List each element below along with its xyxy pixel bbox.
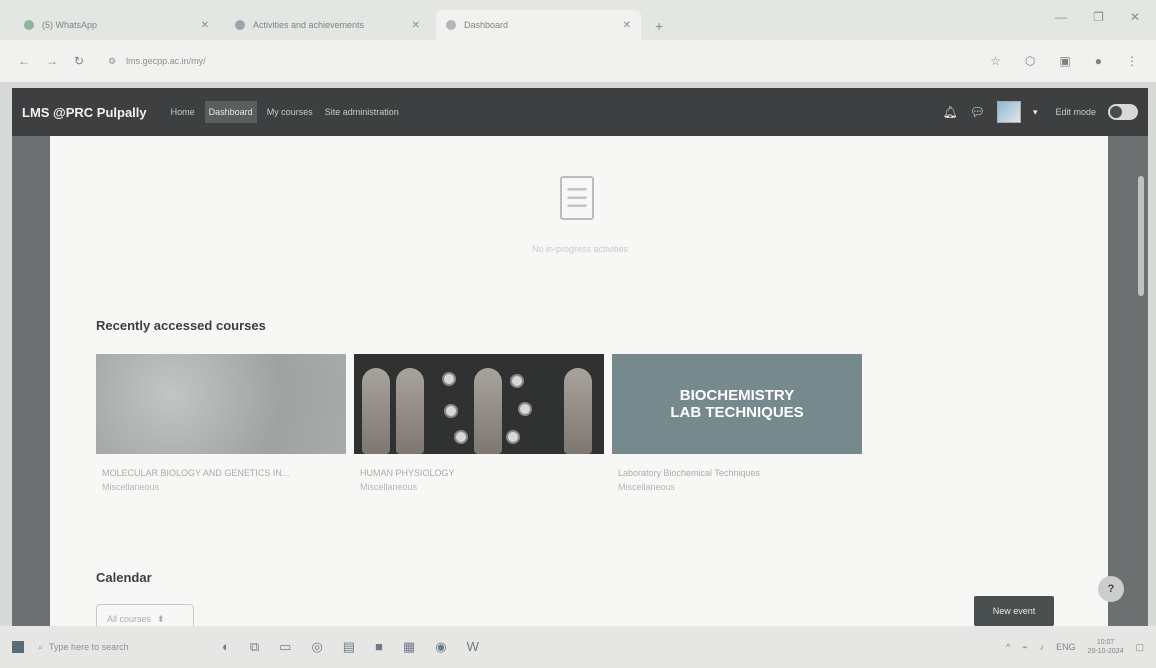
dashboard-content: ☰ No in-progress activities Recently acc… [50,136,1108,634]
nav-my-courses[interactable]: My courses [265,101,315,123]
bell-icon[interactable]: 🔔︎ [942,105,957,119]
chrome-icon[interactable]: ◉ [435,639,446,655]
edit-mode-toggle[interactable] [1108,104,1138,120]
course-card[interactable]: HUMAN PHYSIOLOGY Miscellaneous [354,354,604,492]
whatsapp-icon [24,20,34,30]
task-view-icon[interactable]: ⧉ [250,639,259,655]
search-icon: ⌕ [38,641,44,652]
restore-icon[interactable]: ❐ [1093,10,1104,24]
calendar-title: Calendar [96,570,152,585]
primary-navigation: Home Dashboard My courses Site administr… [169,101,401,123]
tab-title: Activities and achievements [253,20,365,30]
volume-icon[interactable]: ♪ [1040,642,1045,652]
chevron-down-icon[interactable]: ▾ [1033,107,1038,118]
browser-tab-whatsapp[interactable]: (5) WhatsApp ✕ [14,10,219,40]
nav-dashboard[interactable]: Dashboard [204,101,257,123]
page-background: ☰ No in-progress activities Recently acc… [12,136,1148,634]
avatar[interactable] [996,101,1021,123]
window-controls: — ❐ ✕ [1055,10,1140,24]
forward-icon[interactable]: → [46,54,58,68]
close-icon[interactable]: ✕ [201,20,209,31]
navbar-user-area: 🔔︎ 💬︎ ▾ Edit mode [942,101,1138,123]
site-brand[interactable]: LMS @PRC Pulpally [22,105,147,120]
plus-icon[interactable]: + [647,18,671,40]
nav-site-administration[interactable]: Site administration [323,101,401,123]
app-icon[interactable]: ▦ [403,639,415,655]
course-image[interactable] [354,354,604,454]
clock-time: 10:07 [1096,639,1115,646]
course-image[interactable] [96,354,346,454]
browser-tab-strip: (5) WhatsApp ✕ Activities and achievemen… [0,0,1156,40]
filter-value: All courses [107,614,152,624]
site-info-icon[interactable]: ⚙ [108,56,116,67]
edit-mode-label: Edit mode [1055,107,1096,117]
address-bar: ← → ↻ ⚙ lms.gecpp.ac.in/my/ ☆ ⬡ ▣ ● ⋮ [0,40,1156,82]
tab-title: Dashboard [464,20,509,30]
system-tray: ^ ⌁ ♪ ENG 10:07 20-10-2024 ▢ [1006,638,1144,656]
course-image[interactable]: BIOCHEMISTRY LAB TECHNIQUES [612,354,862,454]
windows-start-icon[interactable] [12,641,24,653]
taskbar: ⌕ Type here to search ◐ ⧉ ▭ ◎ ▤ ■ ▦ ◉ W … [0,626,1156,668]
course-category: Miscellaneous [618,482,676,492]
course-category: Miscellaneous [360,482,418,492]
new-event-button[interactable]: New event [974,596,1054,626]
scrollbar[interactable] [1138,176,1144,296]
bookmark-star-icon[interactable]: ☆ [990,54,1001,68]
message-icon[interactable]: 💬︎ [970,105,985,119]
site-navbar: LMS @PRC Pulpally Home Dashboard My cour… [12,88,1148,136]
course-card[interactable]: MOLECULAR BIOLOGY AND GENETICS IN... Mis… [96,354,346,492]
minimize-icon[interactable]: — [1055,10,1067,24]
chevron-down-icon: ⬍ [157,613,165,624]
close-icon[interactable]: ✕ [1130,10,1140,24]
close-icon[interactable]: ✕ [623,20,631,31]
recent-courses-title: Recently accessed courses [96,318,266,333]
course-banner-line: BIOCHEMISTRY [679,387,795,404]
browser-tab-dashboard[interactable]: Dashboard ✕ [436,10,641,40]
sidebar-icon[interactable]: ▣ [1059,54,1070,68]
taskbar-apps: ◐ ⧉ ▭ ◎ ▤ ■ ▦ ◉ W [222,639,479,655]
site-icon [235,20,245,30]
course-name[interactable]: HUMAN PHYSIOLOGY [354,468,604,478]
chevron-up-icon[interactable]: ^ [1006,642,1010,652]
language-indicator[interactable]: ENG [1056,642,1076,652]
course-name[interactable]: Laboratory Biochemical Techniques [612,468,862,478]
browser-toolbar-icons: ☆ ⬡ ▣ ● ⋮ [990,54,1138,68]
course-category: Miscellaneous [102,482,160,492]
back-icon[interactable]: ← [18,54,30,68]
site-icon [446,20,456,30]
close-icon[interactable]: ✕ [412,20,420,31]
search-placeholder: Type here to search [49,642,129,652]
extensions-icon[interactable]: ⬡ [1025,54,1035,68]
menu-icon[interactable]: ⋮ [1126,54,1138,68]
clock-date: 20-10-2024 [1087,648,1124,655]
course-card[interactable]: BIOCHEMISTRY LAB TECHNIQUES Laboratory B… [612,354,862,492]
clock[interactable]: 10:07 20-10-2024 [1088,638,1124,656]
taskbar-search[interactable]: ⌕ Type here to search [38,634,188,660]
network-icon[interactable]: ⌁ [1022,642,1027,653]
help-button[interactable]: ? [1098,576,1124,602]
edge-icon[interactable]: ◎ [311,639,322,655]
app-icon[interactable]: ■ [375,639,383,655]
tab-title: (5) WhatsApp [42,20,98,30]
reload-icon[interactable]: ↻ [74,54,84,68]
browser-tab-activities[interactable]: Activities and achievements ✕ [225,10,430,40]
cortana-icon[interactable]: ◐ [222,639,230,655]
word-icon[interactable]: W [467,639,479,655]
empty-timeline-icon: ☰ [560,176,594,220]
notification-icon[interactable]: ▢ [1135,642,1144,653]
file-explorer-icon[interactable]: ▭ [279,639,291,655]
course-name[interactable]: MOLECULAR BIOLOGY AND GENETICS IN... [96,468,346,478]
url-text: lms.gecpp.ac.in/my/ [126,56,206,66]
app-icon[interactable]: ▤ [343,639,355,655]
course-banner-line: LAB TECHNIQUES [670,404,804,421]
url-field[interactable]: ⚙ lms.gecpp.ac.in/my/ [100,48,975,74]
profile-icon[interactable]: ● [1095,54,1102,68]
timeline-empty-text: No in-progress activities [531,244,629,254]
nav-home[interactable]: Home [169,101,197,123]
